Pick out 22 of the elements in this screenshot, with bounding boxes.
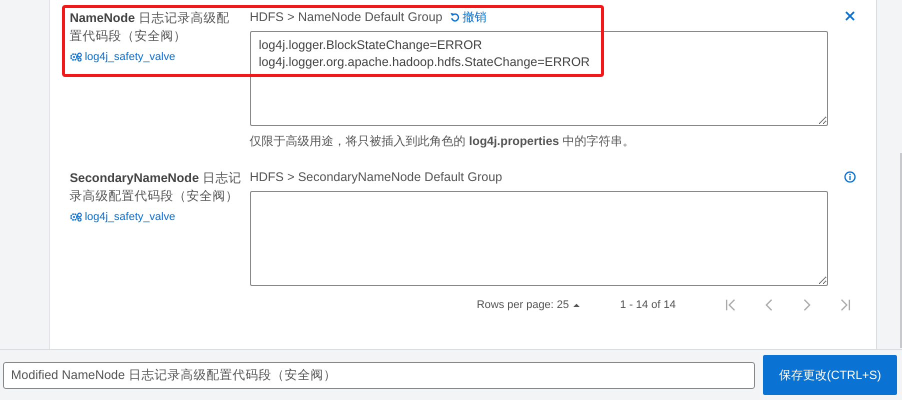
first-page-icon[interactable]: [724, 298, 738, 312]
property-label: NameNode 日志记录高级配置代码段（安全阀）: [70, 10, 230, 45]
value-textarea[interactable]: log4j.logger.BlockStateChange=ERROR log4j.logger.org.apache.hadoop.hdfs.StateChange=ERROR: [250, 31, 828, 126]
property-key-link[interactable]: log4j_safety_valve: [70, 211, 250, 223]
close-icon[interactable]: [844, 11, 855, 21]
rows-per-page-select[interactable]: Rows per page: 25: [476, 299, 580, 311]
info-icon[interactable]: [844, 171, 856, 183]
undo-link[interactable]: 撤销: [450, 8, 486, 26]
save-button[interactable]: 保存更改(CTRL+S): [763, 355, 897, 395]
scope-label: HDFS > NameNode Default Group: [250, 10, 442, 24]
scope-label: HDFS > SecondaryNameNode Default Group: [250, 170, 502, 184]
undo-icon: [450, 12, 460, 22]
scrollbar-thumb[interactable]: [900, 153, 902, 348]
page-range: 1 - 14 of 14: [620, 299, 676, 311]
value-textarea[interactable]: [250, 191, 828, 286]
gears-icon: [70, 212, 82, 222]
caret-up-icon: [573, 303, 580, 307]
gears-icon: [70, 52, 82, 62]
property-label: SecondaryNameNode 日志记录高级配置代码段（安全阀）: [70, 170, 242, 205]
change-message-field[interactable]: Modified NameNode 日志记录高级配置代码段（安全阀）: [3, 362, 755, 388]
description-text: 仅限于高级用途，将只被插入到此角色的 log4j.properties 中的字符串。: [250, 133, 636, 150]
property-key-link[interactable]: log4j_safety_valve: [70, 51, 250, 63]
